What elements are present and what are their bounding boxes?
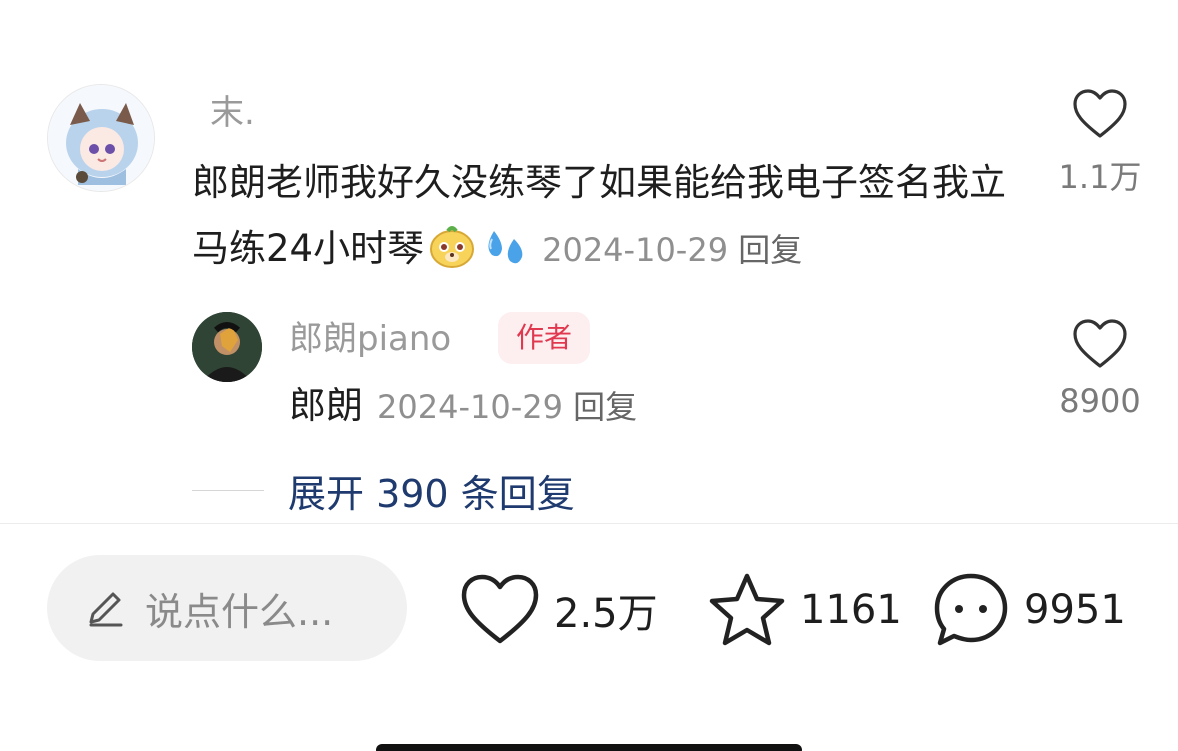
home-indicator xyxy=(376,744,802,751)
comment-like[interactable]: 1.1万 xyxy=(1040,88,1160,198)
star-icon xyxy=(709,573,785,646)
reply-text: 郎朗 xyxy=(289,384,363,427)
dog-face-icon xyxy=(428,224,476,290)
sweat-drops-icon xyxy=(480,224,528,290)
expand-replies[interactable]: 展开 390 条回复 xyxy=(192,466,575,516)
replier-username[interactable]: 郎朗piano xyxy=(289,322,451,356)
comment-screen: 末. 郎朗老师我好久没练琴了如果能给我电子签名我立马练24小时琴 2024-10… xyxy=(0,0,1178,751)
heart-icon xyxy=(461,574,539,644)
heart-icon[interactable] xyxy=(1072,318,1128,370)
comment-meta: 2024-10-29 回复 xyxy=(542,231,802,269)
reply-date: 2024-10-29 xyxy=(377,388,563,426)
comment-count: 9951 xyxy=(1024,587,1126,633)
expand-divider xyxy=(192,489,264,491)
comments-button[interactable]: 9951 xyxy=(932,570,1126,650)
comment-like-count: 1.1万 xyxy=(1058,158,1142,196)
reply-meta: 2024-10-29 回复 xyxy=(377,388,637,426)
commenter-avatar[interactable] xyxy=(47,84,155,192)
like-button[interactable]: 2.5万 xyxy=(460,570,658,650)
comment-body: 郎朗老师我好久没练琴了如果能给我电子签名我立马练24小时琴 2024-10-29… xyxy=(192,150,1012,290)
chat-bubble-icon xyxy=(934,573,1008,646)
comment-reply-link[interactable]: 回复 xyxy=(738,231,802,269)
favorite-count: 1161 xyxy=(800,587,902,633)
commenter-username[interactable]: 末. xyxy=(210,96,255,130)
reply-like-count: 8900 xyxy=(1059,382,1141,420)
pencil-icon xyxy=(89,592,123,627)
comment-input-placeholder: 说点什么... xyxy=(145,589,334,634)
favorite-button[interactable]: 1161 xyxy=(708,570,902,650)
reply-reply-link[interactable]: 回复 xyxy=(573,388,637,426)
like-count: 2.5万 xyxy=(554,591,658,637)
author-badge: 作者 xyxy=(498,312,591,364)
expand-replies-label[interactable]: 展开 390 条回复 xyxy=(288,463,575,518)
bottom-bar-divider xyxy=(0,523,1178,524)
reply-body: 郎朗 2024-10-29 回复 xyxy=(289,378,637,435)
comment-input[interactable]: 说点什么... xyxy=(47,555,407,661)
replier-avatar[interactable] xyxy=(192,312,262,382)
heart-icon[interactable] xyxy=(1072,88,1128,140)
reply-like[interactable]: 8900 xyxy=(1040,318,1160,420)
comment-date: 2024-10-29 xyxy=(542,231,729,269)
